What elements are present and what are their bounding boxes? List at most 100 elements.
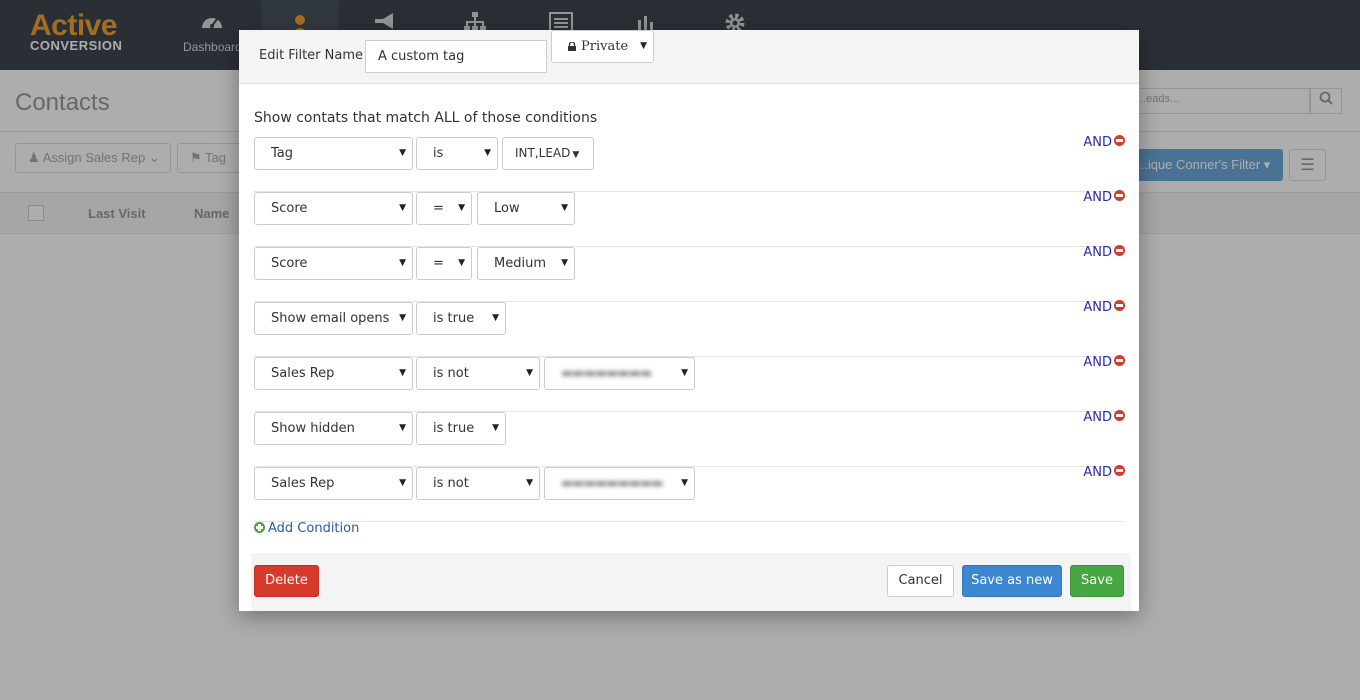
and-remove-link[interactable]: AND — [1083, 300, 1125, 315]
condition-row: Score ▼ = ▼ Low ▼ AND — [254, 190, 1125, 247]
condition-field-select[interactable]: Score ▼ — [254, 192, 413, 225]
condition-operator-value: is true — [433, 311, 475, 326]
tag-multiselect-value: INT,LEAD — [515, 146, 571, 160]
save-as-new-button[interactable]: Save as new — [962, 565, 1062, 597]
condition-operator-select[interactable]: is not ▼ — [416, 467, 540, 500]
condition-operator-select[interactable]: is true ▼ — [416, 302, 506, 335]
filter-name-input[interactable]: A custom tag — [365, 40, 547, 73]
remove-condition-icon[interactable] — [1114, 355, 1125, 366]
and-label: AND — [1083, 410, 1112, 425]
condition-value: Medium — [494, 256, 546, 271]
filter-name-label: Edit Filter Name — [259, 48, 363, 63]
and-label: AND — [1083, 465, 1112, 480]
caret-down-icon: ▼ — [492, 423, 499, 433]
caret-down-icon: ▼ — [399, 313, 406, 323]
condition-field-select[interactable]: Tag ▼ — [254, 137, 413, 170]
add-condition-link[interactable]: Add Condition — [254, 521, 359, 536]
cancel-button[interactable]: Cancel — [887, 565, 954, 597]
caret-down-icon: ▼ — [526, 368, 533, 378]
and-label: AND — [1083, 190, 1112, 205]
condition-field-select[interactable]: Show hidden ▼ — [254, 412, 413, 445]
modal-footer: Delete Cancel Save as new Save — [251, 553, 1131, 611]
tag-multiselect-button[interactable]: INT,LEAD ▼ — [502, 137, 594, 170]
caret-down-icon: ▼ — [458, 258, 465, 268]
and-remove-link[interactable]: AND — [1083, 355, 1125, 370]
modal-header: Edit Filter Name A custom tag Private ▼ — [239, 30, 1139, 84]
condition-row: Sales Rep ▼ is not ▼ ▬▬▬▬▬▬▬▬▬ ▼ AND — [254, 465, 1125, 522]
condition-row: Show hidden ▼ is true ▼ AND — [254, 410, 1125, 467]
condition-value: Low — [494, 201, 520, 216]
caret-down-icon: ▼ — [399, 478, 406, 488]
caret-down-icon: ▼ — [399, 423, 406, 433]
condition-operator-value: is — [433, 146, 444, 161]
condition-operator-value: is not — [433, 476, 469, 491]
condition-field-select[interactable]: Sales Rep ▼ — [254, 467, 413, 500]
remove-condition-icon[interactable] — [1114, 190, 1125, 201]
condition-row: Show email opens ▼ is true ▼ AND — [254, 300, 1125, 357]
and-label: AND — [1083, 135, 1112, 150]
and-remove-link[interactable]: AND — [1083, 410, 1125, 425]
caret-down-icon: ▼ — [681, 478, 688, 488]
and-remove-link[interactable]: AND — [1083, 245, 1125, 260]
condition-operator-select[interactable]: = ▼ — [416, 247, 472, 280]
caret-down-icon: ▼ — [399, 148, 406, 158]
condition-operator-value: is not — [433, 366, 469, 381]
and-label: AND — [1083, 355, 1112, 370]
and-remove-link[interactable]: AND — [1083, 190, 1125, 205]
condition-value-select[interactable]: Low ▼ — [477, 192, 575, 225]
condition-operator-select[interactable]: is not ▼ — [416, 357, 540, 390]
condition-field-value: Score — [271, 256, 308, 271]
caret-down-icon: ▼ — [572, 150, 580, 160]
and-label: AND — [1083, 245, 1112, 260]
caret-down-icon: ▼ — [561, 258, 568, 268]
plus-circle-icon — [254, 522, 265, 533]
caret-down-icon: ▼ — [561, 203, 568, 213]
caret-down-icon: ▼ — [484, 148, 491, 158]
add-condition-label: Add Condition — [268, 521, 360, 536]
conditions-intro: Show contats that match ALL of those con… — [254, 110, 598, 126]
condition-field-select[interactable]: Show email opens ▼ — [254, 302, 413, 335]
and-remove-link[interactable]: AND — [1083, 465, 1125, 480]
remove-condition-icon[interactable] — [1114, 245, 1125, 256]
condition-field-select[interactable]: Score ▼ — [254, 247, 413, 280]
condition-operator-select[interactable]: = ▼ — [416, 192, 472, 225]
privacy-select[interactable]: Private ▼ — [551, 30, 654, 63]
caret-down-icon: ▼ — [492, 313, 499, 323]
caret-down-icon: ▼ — [640, 41, 647, 51]
condition-operator-value: is true — [433, 421, 475, 436]
condition-row: Sales Rep ▼ is not ▼ ▬▬▬▬▬▬▬▬ ▼ AND — [254, 355, 1125, 412]
remove-condition-icon[interactable] — [1114, 465, 1125, 476]
remove-condition-icon[interactable] — [1114, 410, 1125, 421]
condition-field-select[interactable]: Sales Rep ▼ — [254, 357, 413, 390]
condition-field-value: Score — [271, 201, 308, 216]
edit-filter-modal: Edit Filter Name A custom tag Private ▼ … — [239, 30, 1139, 611]
condition-operator-select[interactable]: is ▼ — [416, 137, 498, 170]
save-button[interactable]: Save — [1070, 565, 1124, 597]
condition-field-value: Show hidden — [271, 421, 355, 436]
condition-value-select[interactable]: ▬▬▬▬▬▬▬▬ ▼ — [544, 357, 695, 390]
condition-row: Tag ▼ is ▼ INT,LEAD ▼ AND — [254, 135, 1125, 192]
caret-down-icon: ▼ — [526, 478, 533, 488]
condition-field-value: Sales Rep — [271, 476, 335, 491]
caret-down-icon: ▼ — [458, 203, 465, 213]
caret-down-icon: ▼ — [681, 368, 688, 378]
condition-row: Score ▼ = ▼ Medium ▼ AND — [254, 245, 1125, 302]
remove-condition-icon[interactable] — [1114, 300, 1125, 311]
privacy-value: Private — [581, 39, 629, 54]
condition-field-value: Sales Rep — [271, 366, 335, 381]
remove-condition-icon[interactable] — [1114, 135, 1125, 146]
delete-button[interactable]: Delete — [254, 565, 319, 597]
and-remove-link[interactable]: AND — [1083, 135, 1125, 150]
caret-down-icon: ▼ — [399, 258, 406, 268]
lock-icon — [568, 42, 576, 51]
condition-operator-select[interactable]: is true ▼ — [416, 412, 506, 445]
redacted-value: ▬▬▬▬▬▬▬▬ — [561, 366, 652, 381]
caret-down-icon: ▼ — [399, 203, 406, 213]
caret-down-icon: ▼ — [399, 368, 406, 378]
condition-operator-value: = — [433, 201, 444, 216]
condition-value-select[interactable]: Medium ▼ — [477, 247, 575, 280]
condition-value-select[interactable]: ▬▬▬▬▬▬▬▬▬ ▼ — [544, 467, 695, 500]
condition-field-value: Show email opens — [271, 311, 390, 326]
and-label: AND — [1083, 300, 1112, 315]
condition-field-value: Tag — [271, 146, 294, 161]
